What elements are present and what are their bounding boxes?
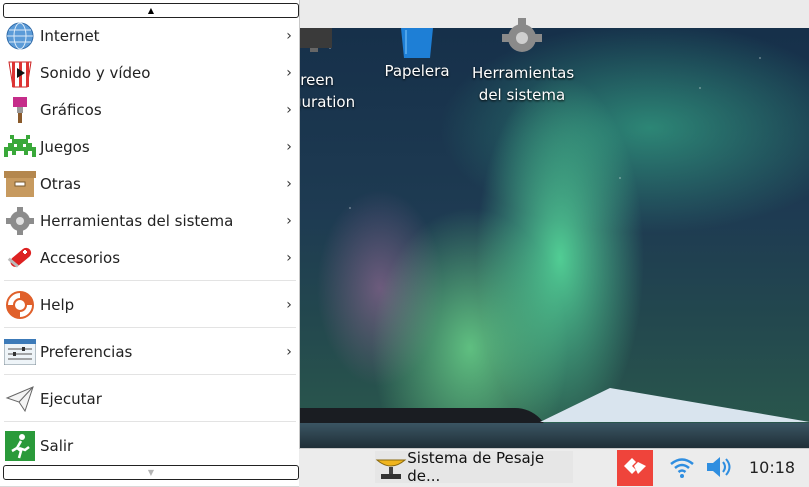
desktop-icon-herramientas[interactable]: Herramientas del sistema bbox=[472, 18, 575, 106]
menu-item-juegos[interactable]: Juegos › bbox=[4, 129, 296, 165]
gear-icon bbox=[4, 205, 36, 237]
menu-item-label: Gráficos bbox=[40, 101, 102, 119]
menu-scroll-down-button[interactable]: ▼ bbox=[3, 465, 299, 480]
menu-item-internet[interactable]: Internet › bbox=[4, 18, 296, 54]
menu-item-label: Salir bbox=[40, 437, 74, 455]
swiss-knife-icon bbox=[4, 242, 36, 274]
chevron-right-icon: › bbox=[286, 139, 292, 155]
gear-icon bbox=[502, 18, 542, 52]
arrow-down-icon: ▼ bbox=[147, 468, 155, 477]
scale-icon bbox=[375, 451, 407, 483]
menu-item-ejecutar[interactable]: Ejecutar bbox=[4, 381, 296, 417]
menu-item-herramientas-del-sistema[interactable]: Herramientas del sistema › bbox=[4, 203, 296, 239]
paintbrush-icon bbox=[4, 94, 36, 126]
chevron-right-icon: › bbox=[286, 176, 292, 192]
menu-item-label: Preferencias bbox=[40, 343, 133, 361]
menu-item-help[interactable]: Help › bbox=[4, 287, 296, 323]
arrow-up-icon: ▲ bbox=[147, 6, 155, 15]
volume-tray-button[interactable] bbox=[705, 455, 735, 483]
paper-plane-icon bbox=[4, 383, 36, 415]
menu-item-label: Internet bbox=[40, 27, 100, 45]
chevron-right-icon: › bbox=[286, 250, 292, 266]
menu-separator bbox=[4, 374, 296, 375]
menu-item-preferencias[interactable]: Preferencias › bbox=[4, 334, 296, 370]
menu-separator bbox=[4, 421, 296, 422]
menu-separator bbox=[4, 327, 296, 328]
desktop-icon-papelera[interactable]: Papelera bbox=[372, 28, 462, 82]
taskbar-app-button[interactable]: Sistema de Pesaje de... bbox=[375, 449, 573, 485]
menu-item-label: Accesorios bbox=[40, 249, 121, 267]
chevron-right-icon: › bbox=[286, 213, 292, 229]
preferences-icon bbox=[4, 336, 36, 368]
menu-separator bbox=[4, 280, 296, 281]
menu-item-otras[interactable]: Otras › bbox=[4, 166, 296, 202]
chevron-right-icon: › bbox=[286, 102, 292, 118]
trash-icon bbox=[401, 28, 433, 58]
menu-item-graficos[interactable]: Gráficos › bbox=[4, 92, 296, 128]
chevron-right-icon: › bbox=[286, 344, 292, 360]
desktop-icon-label-line2: del sistema bbox=[478, 86, 566, 104]
anydesk-tray-button[interactable] bbox=[617, 450, 653, 486]
chevron-right-icon: › bbox=[286, 28, 292, 44]
monitor-icon bbox=[296, 28, 332, 52]
globe-icon bbox=[4, 20, 36, 52]
space-invader-icon bbox=[4, 131, 36, 163]
menu-item-sonido-y-video[interactable]: Sonido y vídeo › bbox=[4, 55, 296, 91]
taskbar: Sistema de Pesaje de... 10:18 bbox=[299, 448, 809, 487]
wifi-icon bbox=[669, 458, 695, 483]
desktop-icon-label-line2: guration bbox=[292, 93, 356, 111]
box-icon bbox=[4, 168, 36, 200]
menu-item-salir[interactable]: Salir bbox=[4, 428, 296, 464]
clock[interactable]: 10:18 bbox=[749, 449, 795, 486]
desktop-icon-label-line1: creen bbox=[292, 71, 335, 89]
speaker-icon bbox=[705, 457, 735, 483]
menu-scroll-up-button[interactable]: ▲ bbox=[3, 3, 299, 18]
application-menu: ▲ Internet › Sonido y vídeo › Gráficos ›… bbox=[0, 0, 300, 486]
menu-item-accesorios[interactable]: Accesorios › bbox=[4, 240, 296, 276]
chevron-right-icon: › bbox=[286, 65, 292, 81]
menu-item-label: Otras bbox=[40, 175, 81, 193]
menu-item-label: Herramientas del sistema bbox=[40, 212, 234, 230]
menu-item-label: Juegos bbox=[40, 138, 90, 156]
lifebuoy-icon bbox=[4, 289, 36, 321]
menu-item-label: Ejecutar bbox=[40, 390, 102, 408]
wifi-tray-button[interactable] bbox=[669, 455, 695, 483]
exit-icon bbox=[4, 430, 36, 462]
mountain bbox=[540, 388, 809, 422]
menu-item-label: Help bbox=[40, 296, 75, 314]
desktop-icon-label: Papelera bbox=[384, 62, 450, 80]
chevron-right-icon: › bbox=[286, 297, 292, 313]
popcorn-icon bbox=[4, 57, 36, 89]
anydesk-icon bbox=[621, 454, 649, 482]
desktop-icon-screen-configuration[interactable]: creen guration bbox=[292, 28, 362, 113]
taskbar-app-label: Sistema de Pesaje de... bbox=[407, 449, 545, 485]
desktop-icon-label-line1: Herramientas bbox=[472, 64, 575, 82]
menu-item-label: Sonido y vídeo bbox=[40, 64, 151, 82]
